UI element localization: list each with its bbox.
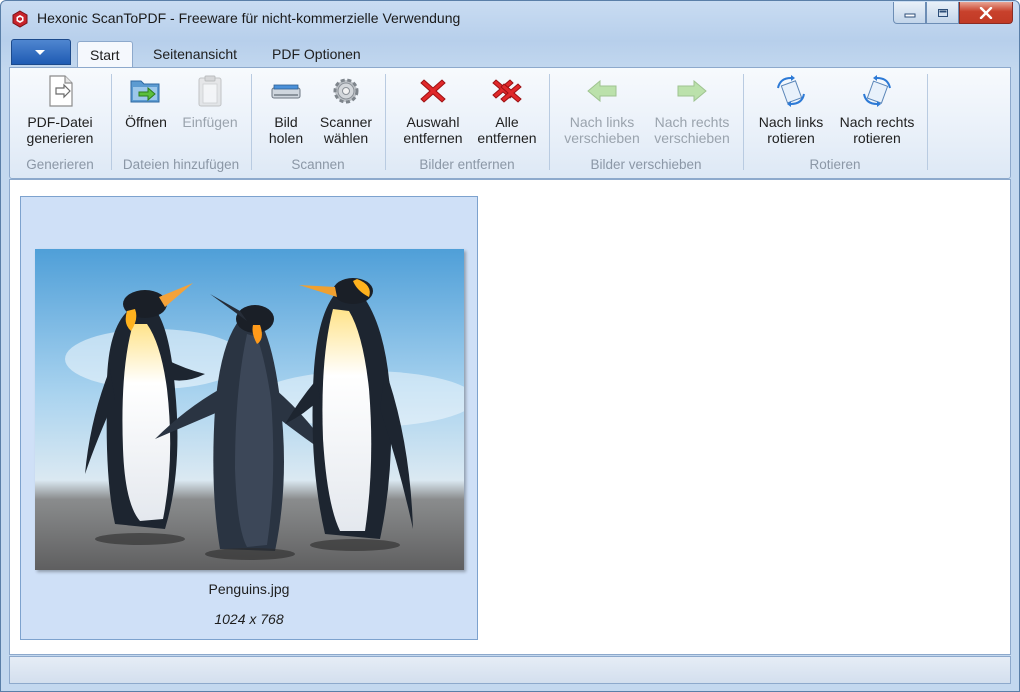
move-left-label-2: verschieben [564,130,640,146]
paste-label: Einfügen [182,114,238,130]
group-scannen: Bild holen Scanner wählen Scannen [252,68,384,176]
clipboard-paste-icon [198,75,222,107]
move-left-button[interactable]: Nach links verschieben [558,74,646,146]
folder-open-icon [130,80,160,103]
arrow-left-icon [587,79,617,103]
remove-selection-button[interactable]: Auswahl entfernen [398,74,468,146]
minimize-button[interactable] [893,2,926,24]
penguins-image [35,249,464,570]
group-bilder-verschieben: Nach links verschieben Nach rechts versc… [550,68,742,176]
scanner-icon [271,84,301,99]
group-rotieren: Nach links rotieren Nach rechts rotieren… [744,68,926,176]
group-dateien-hinzufuegen: Öffnen Einfügen Dateien hinzufügen [112,68,250,176]
rotate-left-icon [777,75,805,107]
image-dimensions: 1024 x 768 [214,611,284,627]
gear-icon [333,78,359,104]
group-bilder-entfernen: Auswahl entfernen Alle entfernen Bilder … [386,68,548,176]
move-right-label-1: Nach rechts [654,114,730,130]
tab-start[interactable]: Start [77,41,133,68]
remove-all-label-2: entfernen [477,130,537,146]
red-x-icon [420,79,446,103]
rotate-left-button[interactable]: Nach links rotieren [750,74,832,146]
minimize-icon [904,13,915,17]
close-button[interactable] [959,2,1013,24]
group-divider [927,74,928,170]
status-bar [9,656,1011,684]
tab-seitenansicht[interactable]: Seitenansicht [141,41,249,67]
image-filename: Penguins.jpg [208,581,290,597]
group-label-generieren: Generieren [26,157,94,172]
generate-pdf-button[interactable]: PDF-Datei generieren [20,74,100,146]
group-label-entfernen: Bilder entfernen [419,157,515,172]
generate-pdf-label-1: PDF-Datei [27,114,93,130]
ribbon-tab-bar: Start Seitenansicht PDF Optionen [1,37,1019,68]
rotate-left-label-1: Nach links [758,114,824,130]
move-right-button[interactable]: Nach rechts verschieben [648,74,736,146]
group-label-scannen: Scannen [291,157,345,172]
rotate-right-label-2: rotieren [853,130,901,146]
move-left-label-1: Nach links [569,114,635,130]
acquire-image-button[interactable]: Bild holen [262,74,310,146]
select-scanner-label-2: wählen [323,130,369,146]
application-menu-button[interactable] [11,39,71,65]
remove-all-button[interactable]: Alle entfernen [472,74,542,146]
pdf-document-icon [49,75,73,107]
select-scanner-button[interactable]: Scanner wählen [314,74,378,146]
open-label: Öffnen [125,114,167,130]
close-icon [979,6,993,19]
maximize-icon [937,8,948,17]
maximize-button[interactable] [926,2,959,24]
remove-selection-label-1: Auswahl [406,114,460,130]
rotate-left-label-2: rotieren [767,130,815,146]
image-list-panel[interactable]: Penguins.jpg 1024 x 768 [9,179,1011,655]
remove-all-label-1: Alle [495,114,519,130]
tab-pdf-optionen[interactable]: PDF Optionen [260,41,373,67]
dropdown-arrow-icon [35,50,45,55]
select-scanner-label-1: Scanner [319,114,373,130]
move-right-label-2: verschieben [654,130,730,146]
rotate-right-label-1: Nach rechts [839,114,915,130]
window-title: Hexonic ScanToPDF - Freeware für nicht-k… [37,10,461,26]
app-window: Hexonic ScanToPDF - Freeware für nicht-k… [0,0,1020,692]
group-generieren: PDF-Datei generieren Generieren [10,68,110,176]
paste-button[interactable]: Einfügen [176,74,244,130]
open-button[interactable]: Öffnen [120,74,172,130]
group-label-rotieren: Rotieren [809,157,861,172]
arrow-right-icon [677,79,707,103]
title-bar[interactable]: Hexonic ScanToPDF - Freeware für nicht-k… [1,1,1019,37]
ribbon-panel: PDF-Datei generieren Generieren Öffnen E… [9,67,1011,179]
double-red-x-icon [492,79,522,103]
image-thumbnail-item[interactable]: Penguins.jpg 1024 x 768 [20,196,478,640]
group-label-verschieben: Bilder verschieben [590,157,702,172]
hexonic-logo-icon [12,10,28,28]
remove-selection-label-2: entfernen [403,130,463,146]
rotate-right-icon [863,75,891,107]
group-label-dateien: Dateien hinzufügen [122,157,240,172]
generate-pdf-label-2: generieren [26,130,94,146]
acquire-image-label-1: Bild [274,114,298,130]
rotate-right-button[interactable]: Nach rechts rotieren [834,74,920,146]
window-controls [893,2,1013,24]
acquire-image-label-2: holen [268,130,304,146]
